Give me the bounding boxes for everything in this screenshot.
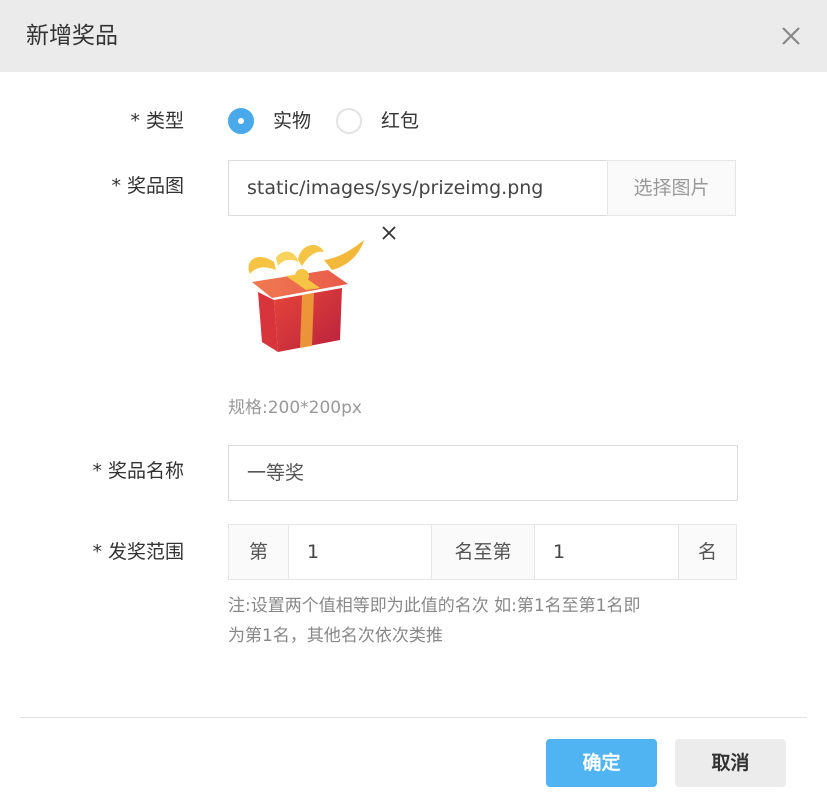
name-label-text: 奖品名称 [107, 460, 184, 482]
gift-box-icon [248, 240, 364, 352]
select-image-button[interactable]: 选择图片 [607, 160, 736, 216]
type-label: * 类型 [0, 107, 184, 135]
image-label-text: 奖品图 [126, 175, 184, 197]
radio-red-packet[interactable] [336, 108, 362, 134]
cancel-button[interactable]: 取消 [675, 739, 786, 787]
image-label: * 奖品图 [0, 172, 184, 200]
close-icon[interactable] [777, 22, 805, 50]
prize-name-input[interactable]: 一等奖 [228, 445, 738, 501]
footer-divider [20, 717, 807, 718]
required-mark: * [92, 460, 102, 482]
radio-physical-label[interactable]: 实物 [273, 107, 311, 135]
required-mark: * [111, 175, 121, 197]
confirm-button[interactable]: 确定 [546, 739, 657, 787]
range-from-input[interactable]: 1 [288, 524, 432, 580]
range-prefix: 第 [228, 524, 289, 580]
range-note-line1: 注:设置两个值相等即为此值的名次 如:第1名至第1名即 [228, 596, 641, 616]
required-mark: * [130, 110, 140, 132]
type-label-text: 类型 [145, 110, 184, 132]
radio-physical[interactable] [228, 108, 254, 134]
range-to-input[interactable]: 1 [534, 524, 679, 580]
range-label: * 发奖范围 [0, 538, 184, 566]
image-spec-hint: 规格:200*200px [228, 398, 362, 418]
range-note-line2: 为第1名，其他名次依次类推 [228, 626, 443, 646]
remove-image-icon[interactable] [380, 224, 398, 242]
dialog-titlebar: 新增奖品 [0, 0, 827, 72]
required-mark: * [92, 541, 102, 563]
radio-red-packet-label[interactable]: 红包 [381, 107, 419, 135]
image-path-input[interactable]: static/images/sys/prizeimg.png [228, 160, 609, 216]
range-label-text: 发奖范围 [107, 541, 184, 563]
name-label: * 奖品名称 [0, 457, 184, 485]
dialog-title: 新增奖品 [26, 23, 118, 49]
add-prize-dialog: 新增奖品 * 类型 实物 红包 * 奖品图 static/images/sys/pr… [0, 0, 827, 807]
range-suffix: 名 [678, 524, 737, 580]
range-middle: 名至第 [431, 524, 535, 580]
